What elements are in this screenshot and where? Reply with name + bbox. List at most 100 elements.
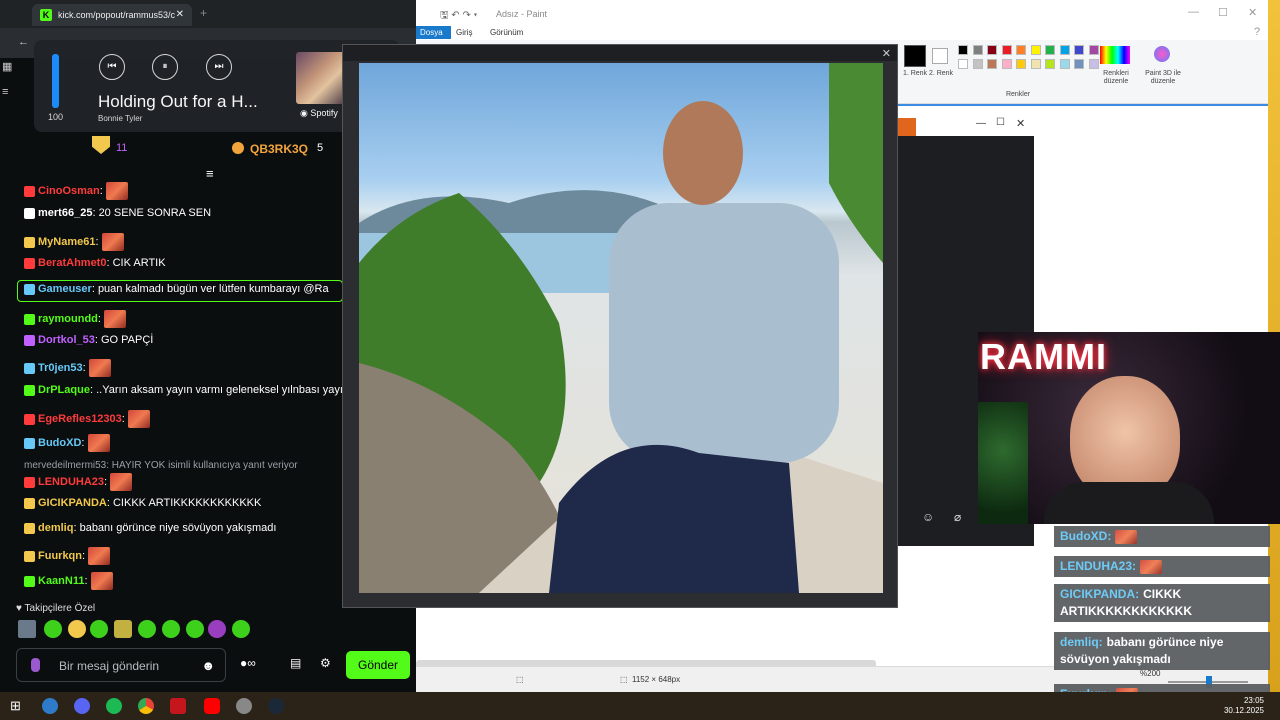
close-icon[interactable]: ✕: [1248, 6, 1257, 19]
chrome-icon[interactable]: [138, 698, 154, 714]
spotify-icon[interactable]: [106, 698, 122, 714]
chat-username[interactable]: MyName61: [38, 236, 95, 248]
pinned-leaderboard: 11 QB3RK3Q 5 ≡: [12, 132, 346, 181]
chat-username[interactable]: EgeRefles12303: [38, 413, 122, 425]
palette-color[interactable]: [1016, 45, 1026, 55]
palette-color[interactable]: [1088, 45, 1099, 55]
chat-username[interactable]: GICIKPANDA: [38, 497, 107, 509]
chat-message: KaanN11:: [24, 572, 113, 590]
emote-icon[interactable]: [68, 620, 86, 638]
chat-username[interactable]: KaanN11: [38, 575, 84, 587]
tab-file[interactable]: Dosya: [412, 26, 451, 39]
volume-slider[interactable]: [52, 54, 59, 108]
chat-badge-icon: [24, 497, 35, 509]
apps-icon[interactable]: ▦: [2, 60, 12, 73]
chat-username[interactable]: demliq: [38, 522, 73, 534]
filter-icon[interactable]: ≡: [206, 166, 214, 181]
rail-icon[interactable]: ≡: [2, 86, 8, 98]
color1-swatch[interactable]: [904, 45, 926, 67]
chat-badge-icon: [24, 362, 35, 374]
quick-access-icons[interactable]: 🖫 ↶ ↷ ▾: [440, 8, 477, 25]
microphone-icon[interactable]: [31, 658, 40, 672]
chat-username[interactable]: BeratAhmet0: [38, 257, 106, 269]
emote-icon[interactable]: [44, 620, 62, 638]
chat-username[interactable]: Fuurkqn: [38, 550, 82, 562]
chat-username[interactable]: CinoOsman: [38, 185, 100, 197]
emote-icon[interactable]: [114, 620, 132, 638]
paint3d-label[interactable]: Paint 3D ile düzenle: [1138, 70, 1188, 86]
chat-username[interactable]: DrPLaque: [38, 384, 90, 396]
emote-icon[interactable]: [138, 620, 156, 638]
send-button[interactable]: Gönder: [346, 651, 410, 679]
emoji-icon[interactable]: ☺: [922, 510, 934, 524]
pinned-user2[interactable]: QB3RK3Q: [250, 142, 308, 156]
edit-colors-icon[interactable]: [1100, 46, 1130, 64]
palette-color[interactable]: [1001, 45, 1012, 55]
emote-icon[interactable]: [232, 620, 250, 638]
palette-color[interactable]: [1088, 59, 1099, 69]
app-icon[interactable]: [170, 698, 186, 714]
chat-username[interactable]: LENDUHA23: [38, 476, 104, 488]
minimize-icon[interactable]: —: [1188, 6, 1199, 18]
chat-emote: [90, 572, 113, 590]
chat-username[interactable]: raymoundd: [38, 313, 98, 325]
emote-icon[interactable]: [18, 620, 36, 638]
help-icon[interactable]: ?: [1254, 26, 1260, 38]
browser-tab[interactable]: K kick.com/popout/rammus53/c ✕: [32, 4, 192, 26]
new-tab-icon[interactable]: +: [200, 6, 207, 20]
palette-color[interactable]: [1059, 45, 1070, 55]
palette-color[interactable]: [1001, 59, 1012, 69]
palette-color[interactable]: [1045, 59, 1055, 69]
emoji-picker-icon[interactable]: ☻: [201, 658, 215, 673]
trees: [829, 63, 883, 263]
windows-start-icon[interactable]: ⊞: [10, 698, 21, 714]
maximize-icon[interactable]: ☐: [1218, 6, 1228, 19]
minimize-icon[interactable]: —: [976, 118, 986, 129]
tab-close-icon[interactable]: ✕: [176, 9, 184, 20]
close-icon[interactable]: ✕: [882, 47, 891, 60]
store-icon[interactable]: ▤: [290, 656, 301, 670]
pause-icon[interactable]: ⏸: [152, 54, 178, 80]
steam-icon[interactable]: [268, 698, 284, 714]
back-icon[interactable]: ←: [18, 36, 29, 48]
app-icon[interactable]: [236, 698, 252, 714]
palette-color[interactable]: [958, 45, 968, 55]
palette-color[interactable]: [1059, 59, 1070, 69]
emote-icon[interactable]: [186, 620, 204, 638]
emote-icon[interactable]: [162, 620, 180, 638]
tab-view[interactable]: Görünüm: [482, 26, 531, 39]
palette-color[interactable]: [1016, 59, 1026, 69]
palette-color[interactable]: [1045, 45, 1055, 55]
close-icon[interactable]: ✕: [1016, 117, 1025, 130]
previous-track-icon[interactable]: ⏮: [99, 54, 125, 80]
extensions-icon[interactable]: ●∞: [240, 656, 256, 670]
settings-icon[interactable]: ⚙: [320, 656, 331, 670]
chat-username[interactable]: BudoXD: [38, 437, 81, 449]
edit-colors-label[interactable]: Renkleri düzenle: [1092, 70, 1140, 86]
chat-input[interactable]: Bir mesaj gönderin ☻: [16, 648, 226, 682]
emote-icon[interactable]: [208, 620, 226, 638]
chat-username[interactable]: Gameuser: [38, 283, 92, 295]
palette-color[interactable]: [1074, 59, 1084, 69]
palette-color[interactable]: [1030, 45, 1041, 55]
next-track-icon[interactable]: ⏭: [206, 54, 232, 80]
palette-color[interactable]: [958, 59, 968, 69]
chat-username[interactable]: Tr0jen53: [38, 362, 83, 374]
chat-username[interactable]: Dortkol_53: [38, 334, 95, 346]
paint3d-icon[interactable]: [1154, 46, 1170, 62]
palette-color[interactable]: [1074, 45, 1084, 55]
attach-icon[interactable]: ⌀: [954, 510, 961, 524]
color2-swatch[interactable]: [932, 48, 948, 64]
palette-color[interactable]: [972, 45, 983, 55]
chat-username[interactable]: mert66_25: [38, 207, 92, 219]
palette-color[interactable]: [987, 59, 997, 69]
palette-color[interactable]: [987, 45, 997, 55]
emote-icon[interactable]: [90, 620, 108, 638]
youtube-icon[interactable]: [204, 698, 220, 714]
maximize-icon[interactable]: ☐: [996, 117, 1005, 128]
discord-icon[interactable]: [74, 698, 90, 714]
app-icon[interactable]: [42, 698, 58, 714]
palette-color[interactable]: [972, 59, 983, 69]
palette-color[interactable]: [1030, 59, 1041, 69]
tab-home[interactable]: Giriş: [448, 26, 480, 39]
